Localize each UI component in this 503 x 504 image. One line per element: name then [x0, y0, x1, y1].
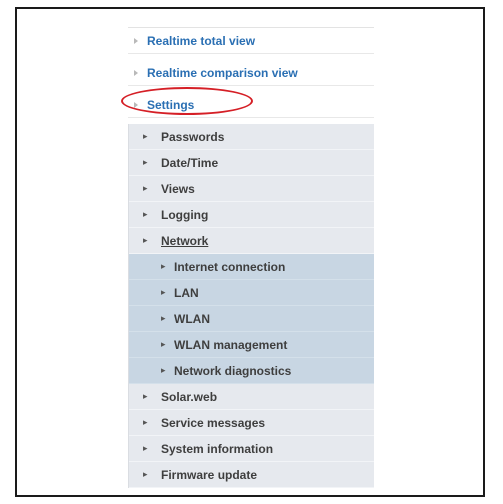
chevron-right-icon: ▸ [143, 209, 148, 219]
submenu-item-solar-web[interactable]: ▸ Solar.web [129, 384, 374, 410]
submenu-item-label: Date/Time [161, 155, 219, 170]
chevron-right-icon: ▸ [143, 235, 148, 245]
submenu-item-label: Firmware update [161, 467, 258, 482]
menu-item-label: Settings [147, 98, 195, 112]
chevron-right-icon: ▸ [143, 131, 148, 141]
menu-item-realtime-comparison-view[interactable]: Realtime comparison view [128, 60, 374, 92]
submenu-item-views[interactable]: ▸ Views [129, 176, 374, 202]
submenu-item-date-time[interactable]: ▸ Date/Time [129, 150, 374, 176]
submenu-item-label: LAN [174, 285, 199, 300]
chevron-right-icon: ▸ [161, 313, 166, 323]
submenu-item-passwords[interactable]: ▸ Passwords [129, 124, 374, 150]
submenu-item-label: Logging [161, 207, 209, 222]
network-item-internet-connection[interactable]: ▸ Internet connection [129, 254, 374, 280]
triangle-right-icon [134, 102, 138, 108]
network-item-wlan[interactable]: ▸ WLAN [129, 306, 374, 332]
navigation-menu: Realtime total view Realtime comparison … [121, 27, 374, 488]
chevron-right-icon: ▸ [161, 261, 166, 271]
submenu-item-label: WLAN management [174, 337, 288, 352]
submenu-item-label: Views [161, 181, 195, 196]
submenu-item-label: Internet connection [174, 259, 286, 274]
submenu-item-label: Network diagnostics [174, 363, 292, 378]
submenu-item-firmware-update[interactable]: ▸ Firmware update [129, 462, 374, 488]
network-submenu: ▸ Internet connection ▸ LAN ▸ WLAN ▸ WLA… [129, 254, 374, 384]
submenu-item-label: System information [161, 441, 274, 456]
network-item-wlan-management[interactable]: ▸ WLAN management [129, 332, 374, 358]
chevron-right-icon: ▸ [143, 157, 148, 167]
triangle-right-icon [134, 38, 138, 44]
menu-item-label: Realtime total view [147, 34, 256, 48]
network-item-network-diagnostics[interactable]: ▸ Network diagnostics [129, 358, 374, 384]
menu-item-realtime-total-view[interactable]: Realtime total view [128, 28, 374, 60]
chevron-right-icon: ▸ [143, 183, 148, 193]
chevron-right-icon: ▸ [143, 417, 148, 427]
chevron-right-icon: ▸ [143, 443, 148, 453]
menu-item-settings[interactable]: Settings [121, 87, 374, 124]
chevron-right-icon: ▸ [161, 339, 166, 349]
menu-item-label: Realtime comparison view [147, 66, 298, 80]
submenu-item-label: Passwords [161, 129, 225, 144]
submenu-item-label: WLAN [174, 311, 210, 326]
submenu-item-service-messages[interactable]: ▸ Service messages [129, 410, 374, 436]
submenu-item-label: Service messages [161, 415, 266, 430]
chevron-right-icon: ▸ [161, 365, 166, 375]
submenu-item-label: Solar.web [161, 389, 218, 404]
triangle-right-icon [134, 70, 138, 76]
chevron-right-icon: ▸ [143, 469, 148, 479]
chevron-right-icon: ▸ [161, 287, 166, 297]
settings-submenu: ▸ Passwords ▸ Date/Time ▸ Views ▸ Loggin… [128, 124, 374, 488]
chevron-right-icon: ▸ [143, 391, 148, 401]
submenu-item-label: Network [161, 233, 209, 248]
network-item-lan[interactable]: ▸ LAN [129, 280, 374, 306]
submenu-item-logging[interactable]: ▸ Logging [129, 202, 374, 228]
submenu-item-system-information[interactable]: ▸ System information [129, 436, 374, 462]
submenu-item-network[interactable]: ▸ Network [129, 228, 374, 254]
